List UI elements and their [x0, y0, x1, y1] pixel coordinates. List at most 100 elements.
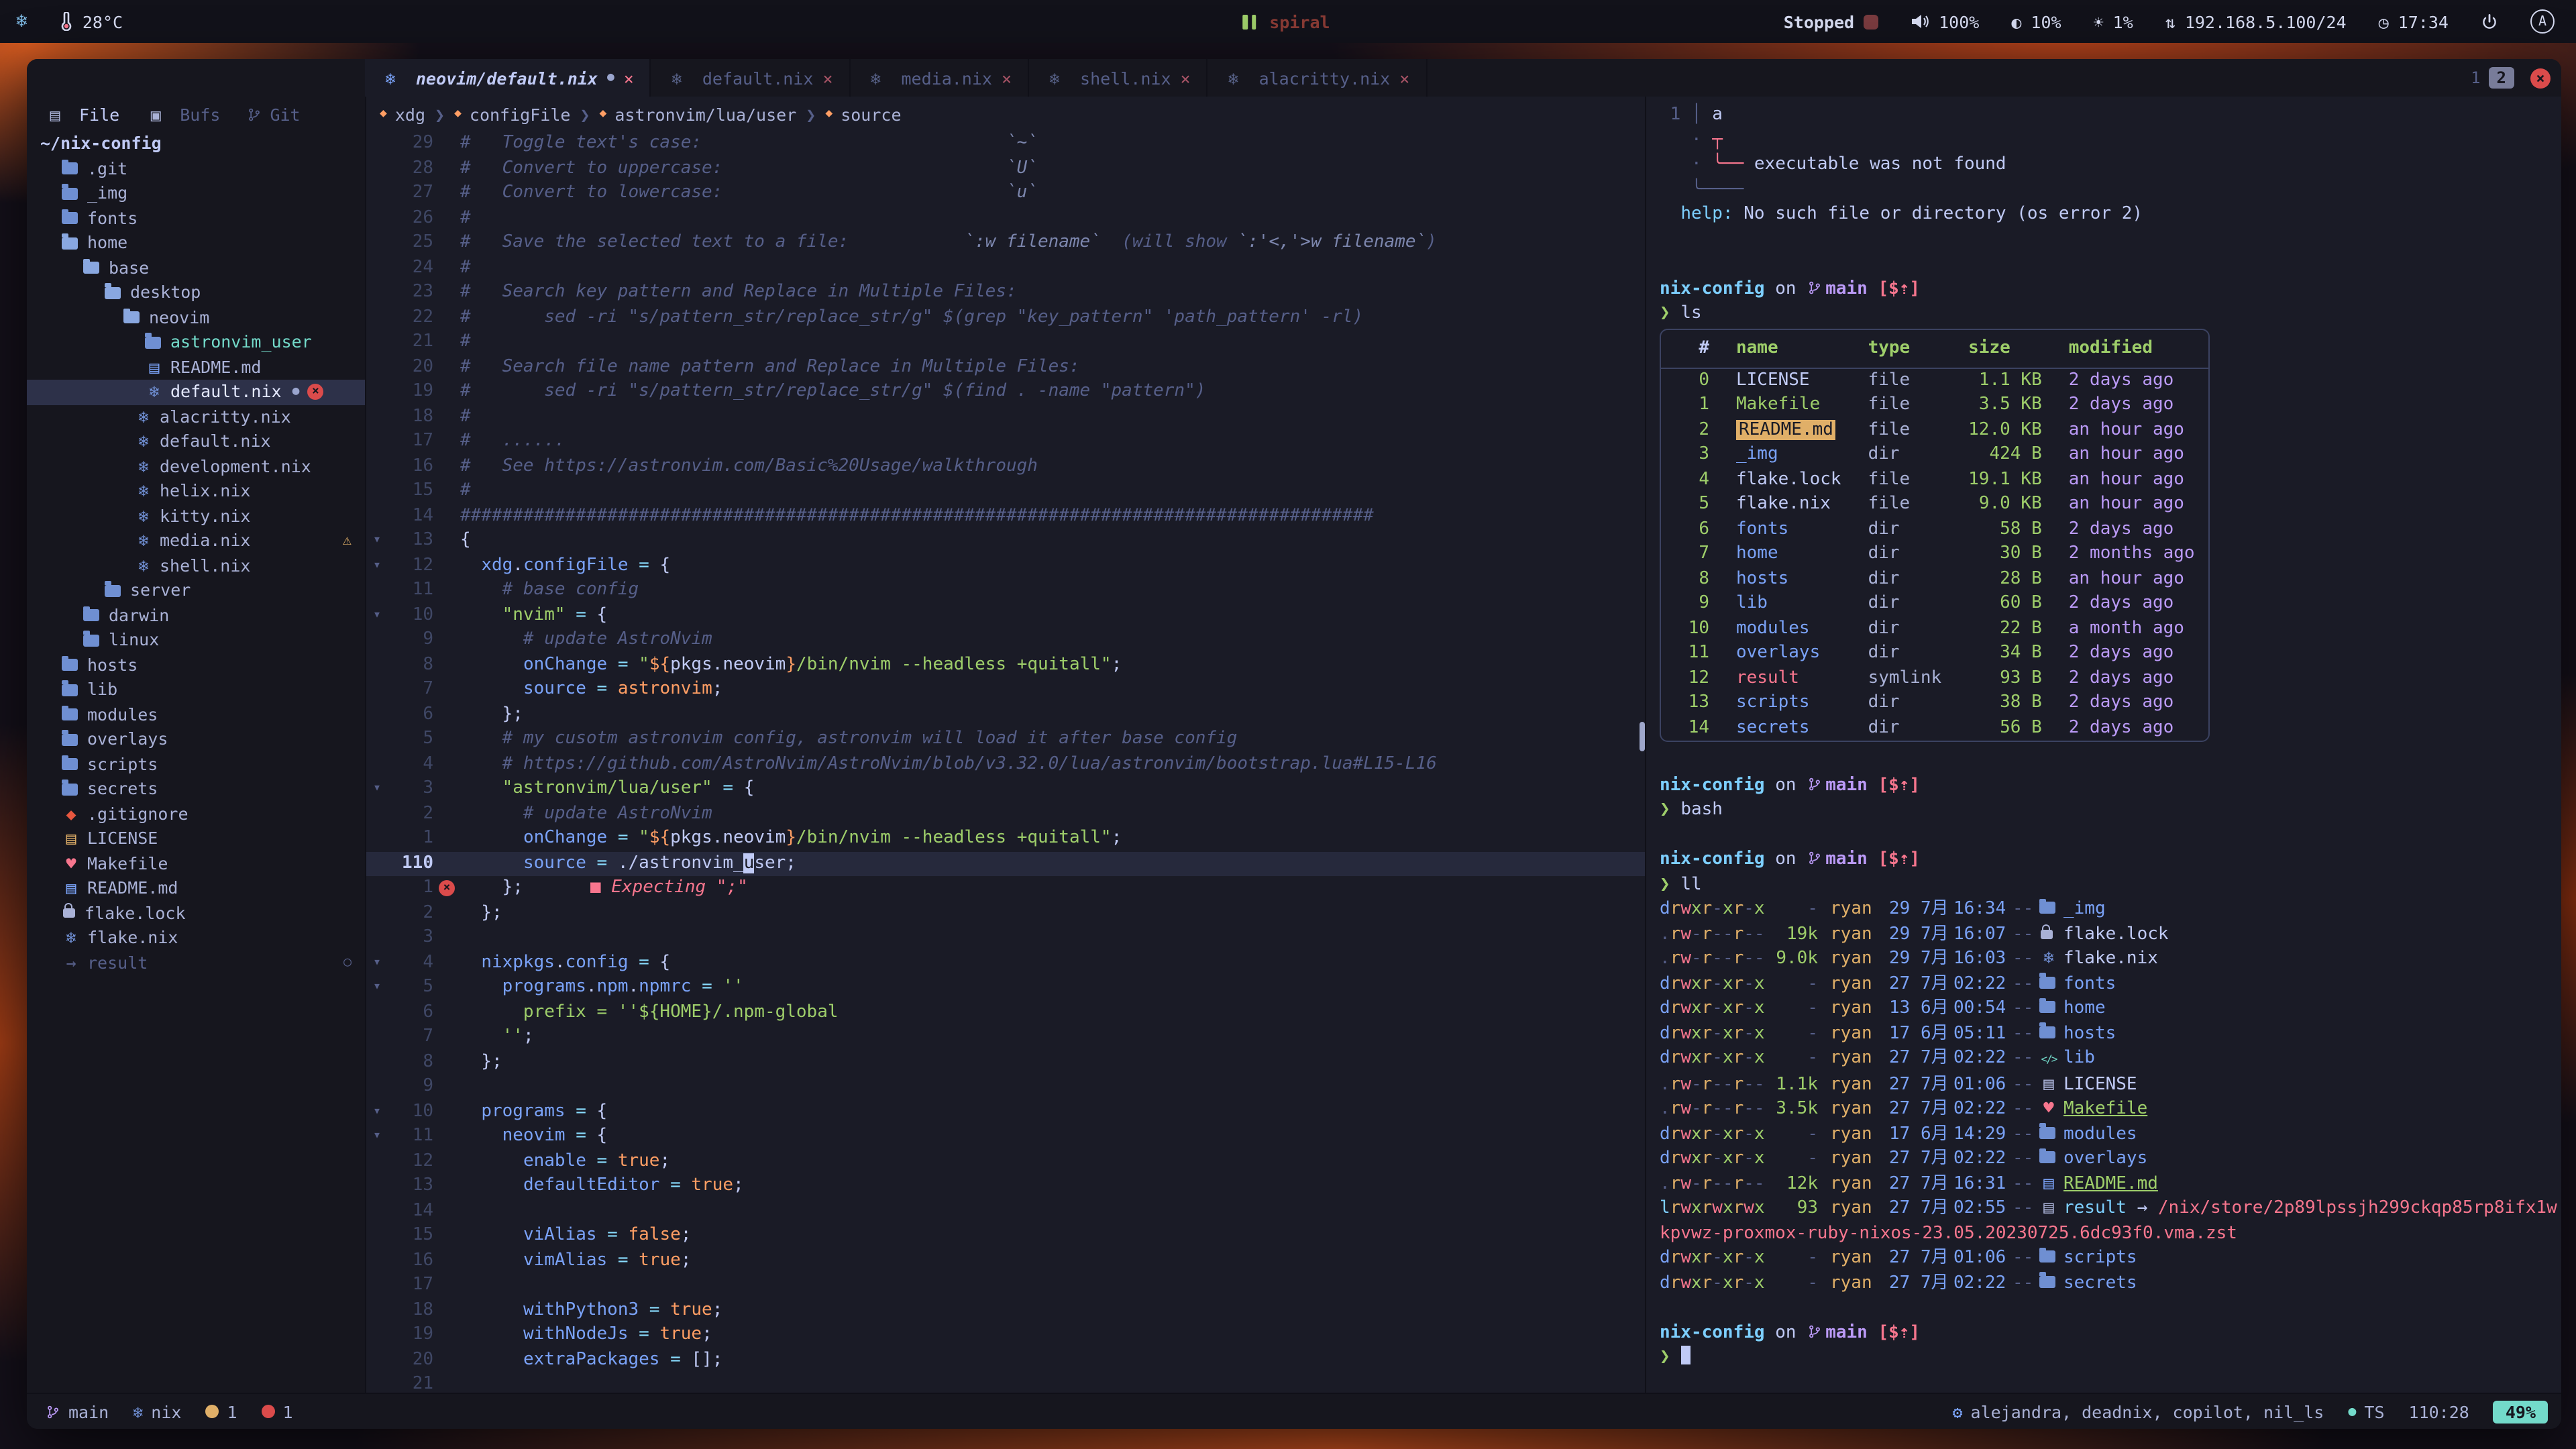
- code-line[interactable]: 12 enable = true;: [366, 1149, 1645, 1174]
- code-line[interactable]: 20# Search file name pattern and Replace…: [366, 355, 1645, 380]
- file-tree-item[interactable]: ❄flake.nix: [27, 926, 365, 951]
- terminal-pane[interactable]: 1 │ a · ┬ · ╰── executable was not found…: [1646, 97, 2561, 1393]
- fold-arrow[interactable]: ▾: [366, 553, 388, 578]
- file-tree-item[interactable]: server: [27, 578, 365, 603]
- stopped-status[interactable]: Stopped: [1784, 11, 1878, 32]
- close-tab-icon[interactable]: ×: [822, 68, 833, 88]
- file-tree-item[interactable]: home: [27, 231, 365, 256]
- file-tree-item[interactable]: .git: [27, 156, 365, 181]
- file-tree-item[interactable]: secrets: [27, 777, 365, 802]
- close-tab-icon[interactable]: ×: [1399, 68, 1409, 88]
- volume-widget[interactable]: 100%: [1911, 11, 1979, 32]
- code-line[interactable]: ▾11 neovim = {: [366, 1124, 1645, 1149]
- editor-pane[interactable]: ◆xdg❯◆configFile❯◆astronvim/lua/user❯◆so…: [366, 97, 1646, 1393]
- code-line[interactable]: 21: [366, 1373, 1645, 1393]
- fold-arrow[interactable]: ▾: [366, 951, 388, 975]
- code-line[interactable]: 18 withPython3 = true;: [366, 1298, 1645, 1323]
- file-tree-item[interactable]: base: [27, 256, 365, 280]
- clock-widget[interactable]: ◷ 17:34: [2379, 11, 2449, 32]
- code-line[interactable]: 27# Convert to lowercase: `u`: [366, 181, 1645, 206]
- code-line[interactable]: 21#: [366, 330, 1645, 355]
- code-line[interactable]: 17: [366, 1273, 1645, 1298]
- file-tree-item[interactable]: lib: [27, 678, 365, 702]
- file-tree-item[interactable]: overlays: [27, 727, 365, 752]
- file-tree-item[interactable]: ❄default.nix: [27, 429, 365, 454]
- fold-arrow[interactable]: ▾: [366, 603, 388, 628]
- code-line[interactable]: 15 viAlias = false;: [366, 1224, 1645, 1248]
- warning-count[interactable]: 1: [205, 1401, 237, 1421]
- keyboard-layout-badge[interactable]: A: [2530, 9, 2555, 34]
- code-line[interactable]: 4 # https://github.com/AstroNvim/AstroNv…: [366, 752, 1645, 777]
- file-tree-item[interactable]: hosts: [27, 653, 365, 678]
- code-line[interactable]: 19# sed -ri "s/pattern_str/replace_str/g…: [366, 380, 1645, 405]
- code-line[interactable]: 7 source = astronvim;: [366, 678, 1645, 702]
- code-line[interactable]: 26#: [366, 206, 1645, 231]
- code-line[interactable]: 110 source = ./astronvim_user;: [366, 851, 1645, 876]
- file-tree-item[interactable]: ❄kitty.nix: [27, 504, 365, 529]
- file-tree-item[interactable]: ◆.gitignore: [27, 802, 365, 826]
- file-tree-item[interactable]: ❄alacritty.nix: [27, 405, 365, 429]
- code-line[interactable]: 28# Convert to uppercase: `U`: [366, 156, 1645, 181]
- buffer-tab[interactable]: ❄media.nix×: [851, 59, 1030, 97]
- fold-arrow[interactable]: ▾: [366, 975, 388, 1000]
- launcher[interactable]: ❄: [16, 11, 28, 32]
- code-line[interactable]: 2 # update AstroNvim: [366, 802, 1645, 826]
- code-line[interactable]: 1 onChange = "${pkgs.neovim}/bin/nvim --…: [366, 826, 1645, 851]
- sidebar-tab-bufs[interactable]: ▣Bufs: [146, 104, 220, 124]
- tabpage-indicator[interactable]: 1: [2463, 67, 2488, 89]
- file-tree-item[interactable]: →result○: [27, 951, 365, 975]
- file-tree-item[interactable]: ❄shell.nix: [27, 553, 365, 578]
- code-line[interactable]: ▾5 programs.npm.npmrc = '': [366, 975, 1645, 1000]
- file-tree-item[interactable]: ❄helix.nix: [27, 479, 365, 504]
- temperature-widget[interactable]: 28°C: [60, 11, 123, 32]
- close-tab-icon[interactable]: ×: [1181, 68, 1191, 88]
- code-line[interactable]: 14######################################…: [366, 504, 1645, 529]
- file-tree-item[interactable]: ❄default.nix●×: [27, 380, 365, 405]
- code-line[interactable]: 9 # update AstroNvim: [366, 628, 1645, 653]
- code-line[interactable]: ▾12 xdg.configFile = {: [366, 553, 1645, 578]
- brightness-widget[interactable]: ☀ 1%: [2094, 11, 2133, 32]
- file-tree-item[interactable]: fonts: [27, 206, 365, 231]
- code-line[interactable]: 7 '';: [366, 1025, 1645, 1050]
- code-line[interactable]: ▾13{: [366, 529, 1645, 553]
- close-tab-icon[interactable]: ×: [624, 68, 634, 88]
- code-line[interactable]: 8 onChange = "${pkgs.neovim}/bin/nvim --…: [366, 653, 1645, 678]
- code-line[interactable]: 6 prefix = ''${HOME}/.npm-global: [366, 1000, 1645, 1025]
- file-tree-item[interactable]: ❄media.nix⚠: [27, 529, 365, 553]
- mic-widget[interactable]: ◐ 10%: [2011, 11, 2061, 32]
- editor-scrollbar-thumb[interactable]: [1640, 722, 1645, 751]
- file-tree-item[interactable]: ▤LICENSE: [27, 826, 365, 851]
- file-tree-item[interactable]: _img: [27, 181, 365, 206]
- code-line[interactable]: 25# Save the selected text to a file: `:…: [366, 231, 1645, 256]
- breadcrumb-segment[interactable]: ◆configFile: [454, 104, 570, 124]
- code-line[interactable]: 13 defaultEditor = true;: [366, 1174, 1645, 1199]
- error-count[interactable]: 1: [262, 1401, 293, 1421]
- breadcrumb-segment[interactable]: ◆xdg: [380, 104, 425, 124]
- code-line[interactable]: 15#: [366, 479, 1645, 504]
- code-line[interactable]: 29# Toggle text's case: `~`: [366, 131, 1645, 156]
- code-line[interactable]: 6 };: [366, 702, 1645, 727]
- fold-arrow[interactable]: ▾: [366, 1124, 388, 1149]
- file-tree-item[interactable]: linux: [27, 628, 365, 653]
- close-tab-icon[interactable]: ×: [1002, 68, 1012, 88]
- code-line[interactable]: ▾4 nixpkgs.config = {: [366, 951, 1645, 975]
- close-window-button[interactable]: ×: [2530, 68, 2551, 88]
- file-tree-item[interactable]: scripts: [27, 752, 365, 777]
- tabpage-indicator[interactable]: 2: [2489, 67, 2514, 89]
- breadcrumb-segment[interactable]: ◆source: [825, 104, 901, 124]
- fold-arrow[interactable]: ▾: [366, 1099, 388, 1124]
- file-tree-item[interactable]: ▤README.md: [27, 876, 365, 901]
- sidebar-tab-git[interactable]: Git: [247, 104, 300, 124]
- code-line[interactable]: 16# See https://astronvim.com/Basic%20Us…: [366, 454, 1645, 479]
- sidebar-tab-file[interactable]: ▤File: [46, 104, 119, 124]
- code-line[interactable]: 19 withNodeJs = true;: [366, 1323, 1645, 1348]
- code-line[interactable]: 20 extraPackages = [];: [366, 1348, 1645, 1373]
- power-button[interactable]: [2481, 13, 2498, 30]
- buffer-tab[interactable]: ❄neovim/default.nix●×: [365, 59, 651, 97]
- workspace-name[interactable]: spiral: [1269, 11, 1330, 32]
- code-line[interactable]: 1× };■ Expecting ";": [366, 876, 1645, 901]
- file-tree-item[interactable]: modules: [27, 702, 365, 727]
- code-line[interactable]: 17# ......: [366, 429, 1645, 454]
- code-line[interactable]: 8 };: [366, 1050, 1645, 1075]
- code-line[interactable]: 18#: [366, 405, 1645, 429]
